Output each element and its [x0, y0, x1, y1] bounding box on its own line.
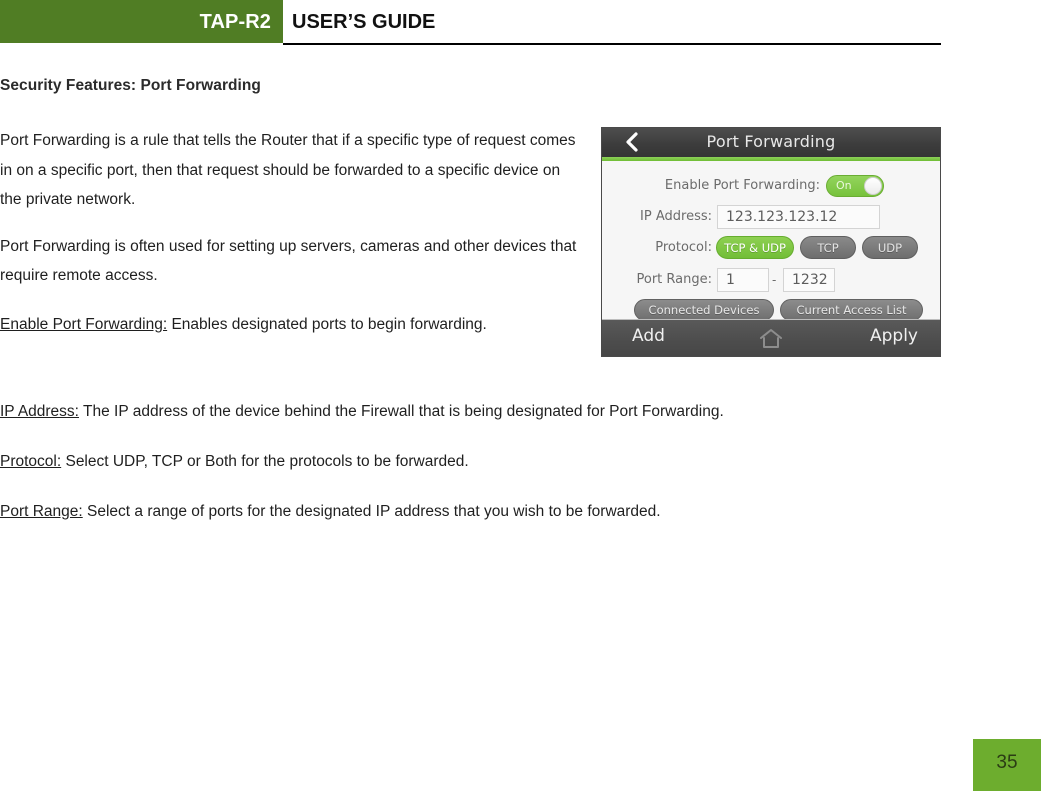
port-range-separator: -: [772, 273, 777, 287]
protocol-option-tcp-udp[interactable]: TCP & UDP: [716, 236, 794, 259]
paragraph-protocol: Protocol: Select UDP, TCP or Both for th…: [0, 448, 950, 476]
add-button[interactable]: Add: [632, 326, 665, 346]
apply-button[interactable]: Apply: [870, 326, 918, 346]
page-header: TAP-R2 USER’S GUIDE: [0, 0, 941, 45]
port-range-end-input[interactable]: 1232: [783, 268, 835, 292]
device-bottom-bar: Add Apply: [602, 319, 940, 356]
term-enable-port-forwarding: Enable Port Forwarding:: [0, 315, 168, 333]
protocol-option-udp[interactable]: UDP: [862, 236, 918, 259]
header-divider-rule: [283, 43, 941, 45]
desc-enable-port-forwarding: Enables designated ports to begin forwar…: [167, 315, 487, 333]
bottom-bar-separator: [602, 319, 940, 320]
toggle-knob: [864, 177, 882, 195]
term-port-range: Port Range:: [0, 503, 83, 520]
toggle-state-label: On: [836, 179, 852, 192]
desc-port-range: Select a range of ports for the designat…: [82, 503, 661, 520]
term-protocol: Protocol:: [0, 453, 62, 470]
row-protocol: Protocol: TCP & UDP TCP UDP: [602, 236, 940, 261]
label-port-range: Port Range:: [636, 272, 713, 287]
section-heading: Security Features: Port Forwarding: [0, 77, 261, 94]
paragraph-ip-address: IP Address: The IP address of the device…: [0, 398, 950, 426]
row-ip-address: IP Address: 123.123.123.12: [602, 205, 940, 230]
home-icon[interactable]: [758, 327, 784, 351]
left-text-column: Port Forwarding is a rule that tells the…: [0, 126, 580, 356]
header-product-name: TAP-R2: [199, 11, 271, 33]
device-page-title: Port Forwarding: [706, 132, 836, 151]
paragraph-port-range: Port Range: Select a range of ports for …: [0, 498, 950, 526]
device-screenshot-port-forwarding: Port Forwarding Enable Port Forwarding: …: [601, 127, 941, 357]
label-protocol: Protocol:: [655, 240, 712, 255]
paragraph-enable-port-forwarding: Enable Port Forwarding: Enables designat…: [0, 310, 580, 340]
desc-ip-address: The IP address of the device behind the …: [78, 403, 724, 420]
row-enable-port-forwarding: Enable Port Forwarding: On: [602, 175, 940, 199]
ip-address-input[interactable]: 123.123.123.12: [717, 205, 880, 229]
header-green-bar: TAP-R2: [0, 0, 283, 43]
device-top-bar: Port Forwarding: [602, 128, 940, 157]
current-access-list-button[interactable]: Current Access List: [780, 299, 923, 321]
desc-protocol: Select UDP, TCP or Both for the protocol…: [61, 453, 469, 470]
row-port-range: Port Range: 1 - 1232: [602, 268, 940, 293]
label-ip-address: IP Address:: [640, 209, 712, 224]
device-form-body: Enable Port Forwarding: On IP Address: 1…: [602, 161, 940, 321]
paragraph-usage: Port Forwarding is often used for settin…: [0, 237, 577, 285]
label-enable-port-forwarding: Enable Port Forwarding:: [664, 178, 820, 193]
term-ip-address: IP Address:: [0, 403, 79, 420]
connected-devices-button[interactable]: Connected Devices: [634, 299, 774, 321]
protocol-option-tcp[interactable]: TCP: [800, 236, 856, 259]
page-number-box: 35: [973, 739, 1041, 791]
header-guide-title: USER’S GUIDE: [292, 11, 436, 33]
page-number: 35: [996, 752, 1018, 773]
port-range-start-input[interactable]: 1: [717, 268, 769, 292]
wide-text-column: IP Address: The IP address of the device…: [0, 398, 950, 548]
paragraph-intro: Port Forwarding is a rule that tells the…: [0, 132, 576, 208]
toggle-enable-port-forwarding[interactable]: On: [826, 175, 884, 197]
